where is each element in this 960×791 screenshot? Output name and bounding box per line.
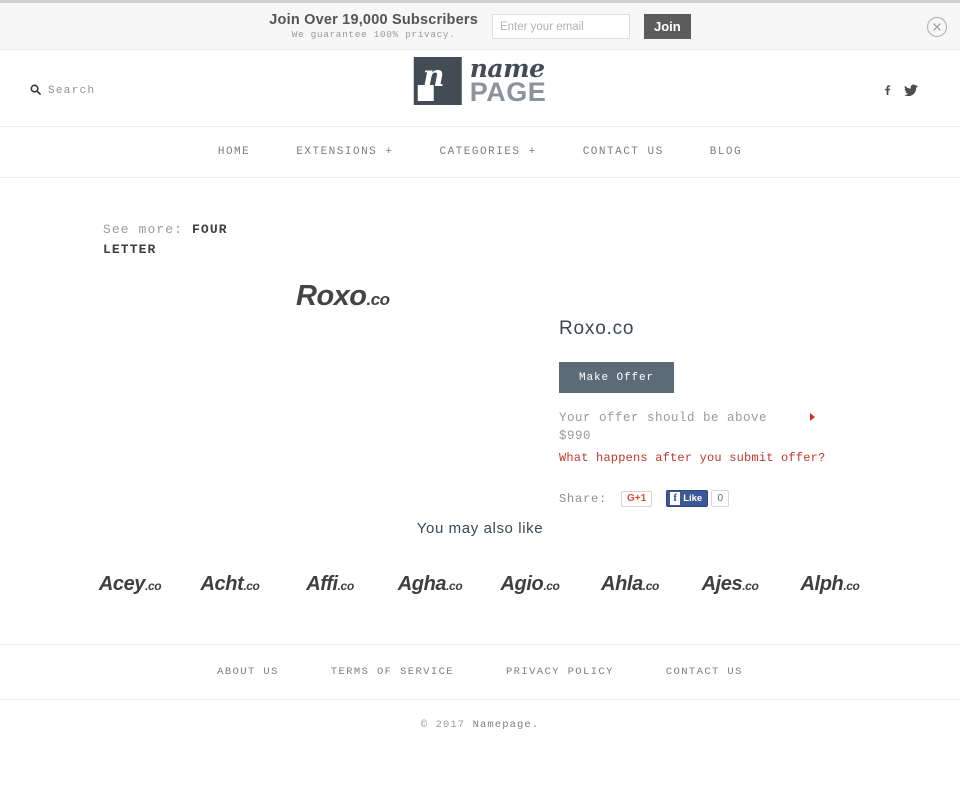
product-details: Roxo.co Make Offer Your offer should be … <box>559 318 889 507</box>
domain-tld: .co <box>243 579 260 593</box>
copyright-prefix: © 2017 <box>420 719 473 731</box>
list-item[interactable]: Ahla.co <box>580 573 680 596</box>
list-item[interactable]: Agio.co <box>480 573 580 596</box>
domain-name: Agio <box>500 573 544 595</box>
also-like-section: You may also like Acey.co Acht.co Affi.c… <box>0 520 960 596</box>
footer-link-contact-us[interactable]: CONTACT US <box>640 666 769 678</box>
product-domain-name: Roxo <box>296 280 367 312</box>
subscribe-subline: We guarantee 100% privacy. <box>291 29 456 41</box>
domain-name: Agha <box>397 573 447 595</box>
facebook-like-button[interactable]: f Like <box>666 490 709 507</box>
facebook-f-icon: f <box>670 492 681 505</box>
page-root: Join Over 19,000 Subscribers We guarante… <box>0 0 960 791</box>
list-item[interactable]: Acey.co <box>80 573 180 596</box>
list-item[interactable]: Alph.co <box>780 573 880 596</box>
product-domain-tld: .co <box>366 290 391 309</box>
facebook-share-group: f Like 0 <box>666 490 730 507</box>
logo-wordmark: name PAGE <box>470 56 547 106</box>
make-offer-button[interactable]: Make Offer <box>559 362 674 393</box>
copyright-brand: Namepage. <box>472 719 540 731</box>
search-button[interactable]: Search <box>30 82 95 100</box>
domain-name: Acey <box>98 573 146 595</box>
logo-page-text: PAGE <box>469 77 547 107</box>
site-header: Search name PAGE <box>0 50 960 127</box>
page-title: Roxo.co <box>559 318 635 339</box>
product-section: Roxo.co Roxo.co Make Offer Your offer sh… <box>0 260 960 520</box>
list-item[interactable]: Acht.co <box>180 573 280 596</box>
domain-tld: .co <box>843 579 860 593</box>
domain-name: Ahla <box>601 573 643 595</box>
main-nav: HOME EXTENSIONS + CATEGORIES + CONTACT U… <box>0 127 960 178</box>
search-label: Search <box>48 85 96 97</box>
breadcrumb: See more: FOUR LETTER <box>103 220 243 260</box>
footer-link-privacy-policy[interactable]: PRIVACY POLICY <box>480 666 640 678</box>
twitter-icon[interactable] <box>904 83 918 101</box>
nav-item-categories[interactable]: CATEGORIES + <box>416 146 559 158</box>
nav-item-home[interactable]: HOME <box>195 146 273 158</box>
domain-tld: .co <box>543 579 560 593</box>
nav-item-extensions[interactable]: EXTENSIONS + <box>273 146 416 158</box>
list-item[interactable]: Affi.co <box>280 573 380 596</box>
product-domain-logo: Roxo.co <box>296 280 390 313</box>
google-plus-share-button[interactable]: G+1 <box>621 490 653 507</box>
share-label: Share: <box>559 491 608 506</box>
breadcrumb-label: See more: <box>103 222 184 237</box>
offer-minimum-note: Your offer should be above $990 <box>559 409 815 445</box>
domain-name: Alph <box>800 573 844 595</box>
domain-tld: .co <box>642 579 660 593</box>
email-input[interactable] <box>491 14 630 39</box>
domain-tld: .co <box>742 579 759 593</box>
list-item[interactable]: Agha.co <box>380 573 480 596</box>
footer-link-about-us[interactable]: ABOUT US <box>191 666 305 678</box>
facebook-like-label: Like <box>683 493 703 504</box>
also-like-title: You may also like <box>416 520 544 537</box>
footer-nav: ABOUT US TERMS OF SERVICE PRIVACY POLICY… <box>0 645 960 699</box>
logo-mark-icon <box>413 57 462 105</box>
domain-name: Affi <box>306 573 338 595</box>
domain-tld: .co <box>337 579 355 593</box>
footer-link-terms-of-service[interactable]: TERMS OF SERVICE <box>305 666 480 678</box>
facebook-icon[interactable] <box>881 83 893 101</box>
domain-tld: .co <box>446 579 463 593</box>
close-circle-icon[interactable] <box>926 16 948 38</box>
offer-faq-link[interactable]: What happens after you submit offer? <box>559 451 889 465</box>
share-row: Share: G+1 f Like 0 <box>559 490 889 507</box>
footer-bottom: © 2017 Namepage. <box>0 699 960 731</box>
site-logo[interactable]: name PAGE <box>413 56 547 106</box>
subscribe-bar: Join Over 19,000 Subscribers We guarante… <box>0 0 960 50</box>
domain-name: Ajes <box>701 573 743 595</box>
facebook-like-count: 0 <box>711 490 730 507</box>
arrow-right-icon <box>810 413 815 421</box>
nav-item-contact-us[interactable]: CONTACT US <box>560 146 687 158</box>
social-links <box>881 83 918 101</box>
offer-minimum-text: Your offer should be above $990 <box>559 411 768 443</box>
domain-name: Acht <box>200 573 244 595</box>
join-button[interactable]: Join <box>643 14 691 39</box>
domain-tld: .co <box>145 579 162 593</box>
also-like-list: Acey.co Acht.co Affi.co Agha.co Agio.co … <box>0 573 960 596</box>
subscribe-text: Join Over 19,000 Subscribers We guarante… <box>269 11 478 41</box>
nav-item-blog[interactable]: BLOG <box>687 146 765 158</box>
search-icon <box>30 82 41 100</box>
list-item[interactable]: Ajes.co <box>680 573 780 596</box>
copyright: © 2017 Namepage. <box>0 719 960 731</box>
subscribe-headline: Join Over 19,000 Subscribers <box>269 11 478 28</box>
